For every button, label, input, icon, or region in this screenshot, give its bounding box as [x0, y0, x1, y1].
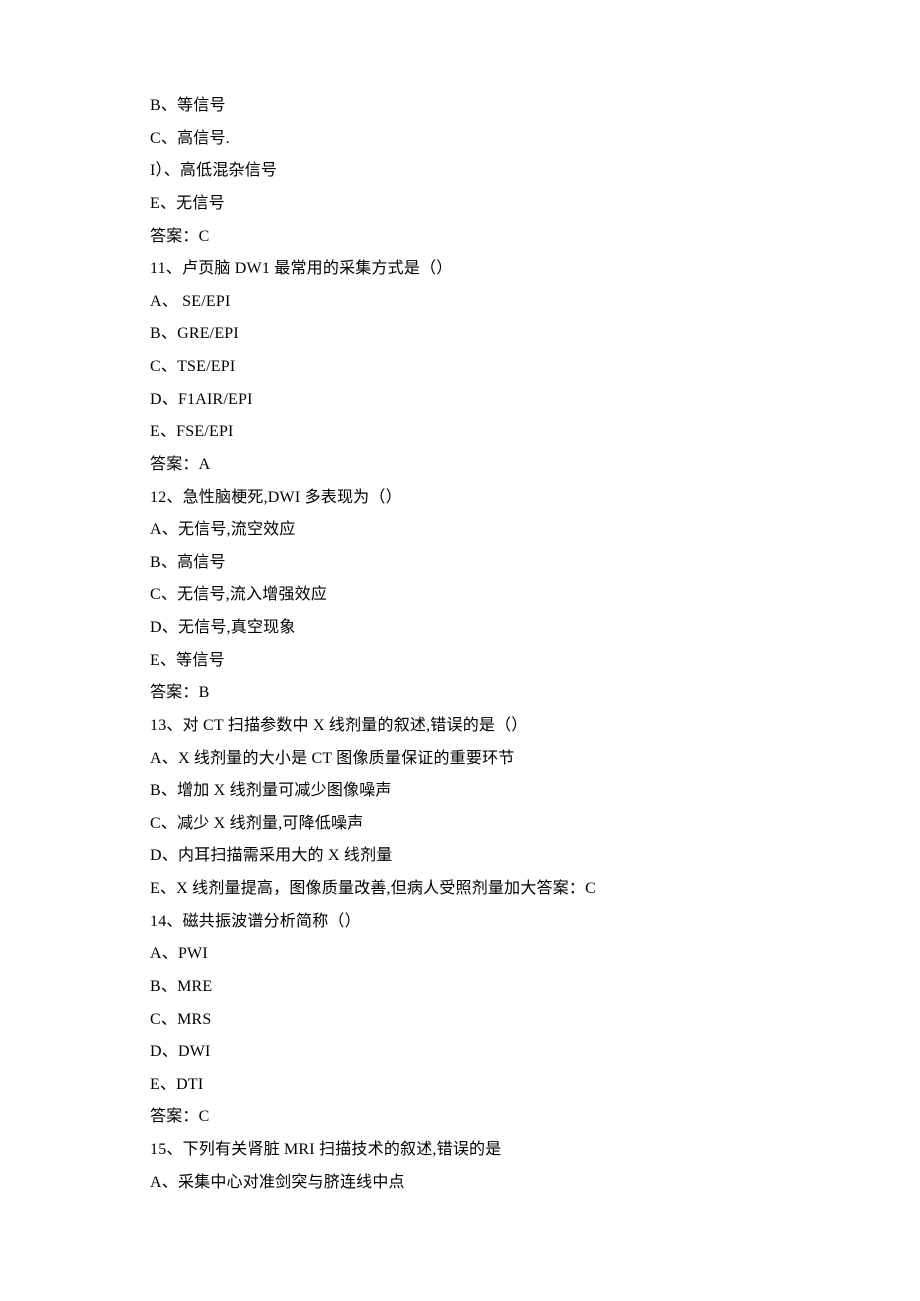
- text-line: B、等信号: [150, 90, 920, 123]
- text-line: E、FSE/EPI: [150, 416, 920, 449]
- text-line: E、无信号: [150, 188, 920, 221]
- answer-line: 答案：C: [150, 221, 920, 254]
- text-line: B、GRE/EPI: [150, 318, 920, 351]
- document-page: B、等信号 C、高信号. I）、高低混杂信号 E、无信号 答案：C 11、卢页脑…: [0, 0, 920, 1301]
- text-line: C、减少 X 线剂量,可降低噪声: [150, 808, 920, 841]
- answer-line: 答案：A: [150, 449, 920, 482]
- question-line: 14、磁共振波谱分析简称（）: [150, 906, 920, 939]
- text-line: B、高信号: [150, 547, 920, 580]
- text-line: C、高信号.: [150, 123, 920, 156]
- text-line: C、TSE/EPI: [150, 351, 920, 384]
- text-line: A、无信号,流空效应: [150, 514, 920, 547]
- answer-line: 答案：C: [150, 1101, 920, 1134]
- text-line: E、DTI: [150, 1069, 920, 1102]
- text-line: D、F1AIR/EPI: [150, 384, 920, 417]
- text-line: A、采集中心对准剑突与脐连线中点: [150, 1167, 920, 1200]
- text-line: C、无信号,流入增强效应: [150, 579, 920, 612]
- text-line: B、增加 X 线剂量可减少图像噪声: [150, 775, 920, 808]
- question-line: 12、急性脑梗死,DWI 多表现为（）: [150, 482, 920, 515]
- text-line: A、 SE/EPI: [150, 286, 920, 319]
- text-line: E、等信号: [150, 645, 920, 678]
- question-line: 13、对 CT 扫描参数中 X 线剂量的叙述,错误的是（）: [150, 710, 920, 743]
- text-line: B、MRE: [150, 971, 920, 1004]
- text-line: I）、高低混杂信号: [150, 155, 920, 188]
- text-line: E、X 线剂量提高，图像质量改善,但病人受照剂量加大答案：C: [150, 873, 920, 906]
- text-line: D、内耳扫描需采用大的 X 线剂量: [150, 840, 920, 873]
- answer-line: 答案：B: [150, 677, 920, 710]
- question-line: 15、下列有关肾脏 MRI 扫描技术的叙述,错误的是: [150, 1134, 920, 1167]
- text-line: A、X 线剂量的大小是 CT 图像质量保证的重要环节: [150, 743, 920, 776]
- text-line: C、MRS: [150, 1004, 920, 1037]
- text-line: D、DWI: [150, 1036, 920, 1069]
- text-line: A、PWI: [150, 938, 920, 971]
- text-line: D、无信号,真空现象: [150, 612, 920, 645]
- question-line: 11、卢页脑 DW1 最常用的采集方式是（）: [150, 253, 920, 286]
